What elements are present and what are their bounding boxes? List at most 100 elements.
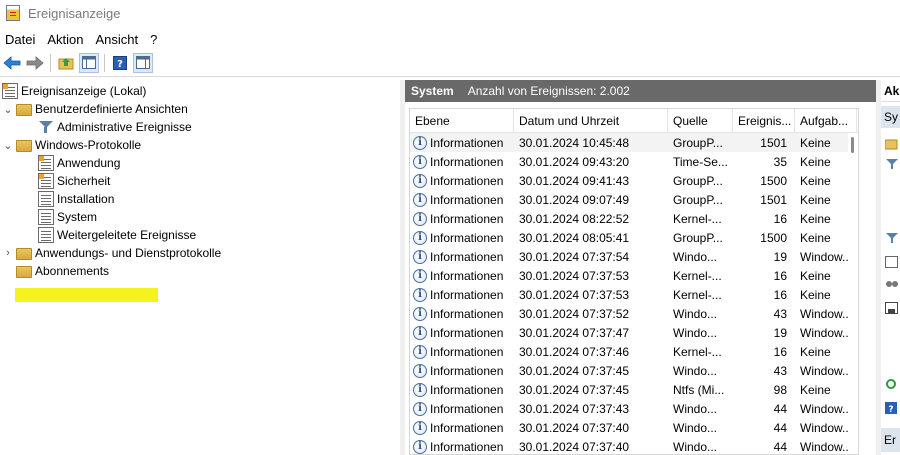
- scrollbar-thumb[interactable]: [851, 137, 854, 153]
- tree-item-label: Windows-Protokolle: [35, 138, 142, 152]
- chevron-down-icon[interactable]: ⌄: [2, 139, 14, 152]
- table-row[interactable]: i Informationen 30.01.2024 07:37:45 Ntfs (M…: [410, 380, 858, 399]
- forward-icon[interactable]: [25, 53, 45, 73]
- table-row[interactable]: i Informationen 30.01.2024 08:22:52 Kernel-…: [410, 209, 858, 228]
- info-icon: i: [413, 135, 427, 150]
- menu-ansicht[interactable]: Ansicht: [90, 32, 145, 47]
- table-row[interactable]: i Informationen 30.01.2024 08:05:41 GroupP.…: [410, 228, 858, 247]
- tree-item-application[interactable]: Anwendung: [38, 154, 120, 172]
- find-icon[interactable]: [885, 278, 899, 290]
- info-icon: i: [413, 249, 427, 264]
- window-title: Ereignisanzeige: [28, 5, 121, 21]
- back-icon[interactable]: [2, 53, 22, 73]
- log-icon: [38, 191, 54, 207]
- column-header-event-id[interactable]: Ereignis...: [733, 109, 795, 133]
- table-row[interactable]: i Informationen 30.01.2024 09:07:49 GroupP.…: [410, 190, 858, 209]
- actions-section-system[interactable]: Sy: [881, 106, 900, 128]
- refresh-icon[interactable]: [885, 378, 899, 390]
- table-row[interactable]: i Informationen 30.01.2024 07:37:53 Kernel-…: [410, 266, 858, 285]
- date-cell: 30.01.2024 07:37:45: [519, 363, 630, 378]
- level-text: Informationen: [430, 154, 504, 169]
- level-text: Informationen: [430, 268, 504, 283]
- tree-item-forwarded-events[interactable]: Weitergeleitete Ereignisse: [38, 226, 196, 244]
- level-cell: i Informationen: [410, 135, 514, 150]
- table-row[interactable]: i Informationen 30.01.2024 07:37:46 Kernel-…: [410, 342, 858, 361]
- actions-pane: Ak Sy ? Er: [881, 80, 900, 455]
- event-count: Anzahl von Ereignissen: 2.002: [467, 84, 630, 98]
- level-cell: i Informationen: [410, 306, 514, 321]
- table-row[interactable]: i Informationen 30.01.2024 07:37:43 Windo..…: [410, 399, 858, 418]
- folder-up-icon[interactable]: [56, 53, 76, 73]
- table-row[interactable]: i Informationen 30.01.2024 09:43:20 Time-Se…: [410, 152, 858, 171]
- tree-item-label: Administrative Ereignisse: [57, 120, 192, 134]
- open-log-icon[interactable]: [884, 138, 899, 150]
- level-cell: i Informationen: [410, 173, 514, 188]
- menu-bar: Datei Aktion Ansicht ?: [0, 30, 900, 48]
- event-viewer-app-icon: [6, 5, 20, 21]
- toolbar-separator: [104, 53, 105, 72]
- info-icon: i: [413, 382, 427, 397]
- table-row[interactable]: i Informationen 30.01.2024 07:37:54 Windo..…: [410, 247, 858, 266]
- filter-icon[interactable]: [885, 232, 899, 244]
- menu-help[interactable]: ?: [144, 32, 163, 47]
- tree-item-root[interactable]: Ereignisanzeige (Lokal): [2, 82, 146, 100]
- log-name: System: [411, 84, 454, 98]
- tree-item-windows-logs[interactable]: ⌄ Windows-Protokolle: [2, 136, 141, 154]
- event-id-cell: 35: [773, 154, 787, 169]
- column-header-date[interactable]: Datum und Uhrzeit: [514, 109, 668, 133]
- level-text: Informationen: [430, 344, 504, 359]
- date-cell: 30.01.2024 07:37:40: [519, 420, 630, 435]
- chevron-down-icon[interactable]: ⌄: [2, 103, 14, 116]
- level-cell: i Informationen: [410, 154, 514, 169]
- vertical-scrollbar[interactable]: [848, 133, 858, 454]
- info-icon: i: [413, 268, 427, 283]
- tree-item-installation[interactable]: Installation: [38, 190, 114, 208]
- level-text: Informationen: [430, 135, 504, 150]
- action-pane-icon[interactable]: [133, 52, 153, 73]
- level-cell: i Informationen: [410, 192, 514, 207]
- info-icon: i: [413, 287, 427, 302]
- tree-item-label: Anwendung: [57, 156, 121, 170]
- help-icon[interactable]: ?: [885, 402, 899, 415]
- tree-item-admin-events[interactable]: Administrative Ereignisse: [38, 118, 192, 136]
- chevron-right-icon[interactable]: ›: [2, 247, 14, 259]
- actions-section-event[interactable]: Er: [881, 428, 900, 452]
- menu-aktion[interactable]: Aktion: [41, 32, 89, 47]
- table-row[interactable]: i Informationen 30.01.2024 10:45:48 GroupP.…: [410, 133, 858, 152]
- level-cell: i Informationen: [410, 420, 514, 435]
- properties-icon[interactable]: [885, 256, 899, 268]
- date-cell: 30.01.2024 09:41:43: [519, 173, 630, 188]
- date-cell: 30.01.2024 08:05:41: [519, 230, 630, 245]
- tree-item-system[interactable]: System: [38, 208, 97, 226]
- event-viewer-icon: [2, 83, 18, 99]
- date-cell: 30.01.2024 07:37:53: [519, 268, 630, 283]
- table-row[interactable]: i Informationen 30.01.2024 09:41:43 GroupP.…: [410, 171, 858, 190]
- tree-item-custom-views[interactable]: ⌄ Benutzerdefinierte Ansichten: [2, 100, 188, 118]
- yellow-highlight-mark: [15, 288, 158, 302]
- filter-icon[interactable]: [885, 158, 899, 170]
- level-text: Informationen: [430, 325, 504, 340]
- folder-icon: [16, 266, 32, 278]
- column-header-source[interactable]: Quelle: [668, 109, 733, 133]
- help-icon[interactable]: ?: [110, 53, 130, 73]
- table-row[interactable]: i Informationen 30.01.2024 07:37:52 Windo..…: [410, 304, 858, 323]
- tree-item-label: Installation: [57, 192, 115, 206]
- level-cell: i Informationen: [410, 439, 514, 454]
- table-row[interactable]: i Informationen 30.01.2024 07:37:47 Windo..…: [410, 323, 858, 342]
- tree-item-security[interactable]: Sicherheit: [38, 172, 110, 190]
- tree-item-subscriptions[interactable]: Abonnements: [16, 262, 109, 280]
- table-row[interactable]: i Informationen 30.01.2024 07:37:45 Windo..…: [410, 361, 858, 380]
- date-cell: 30.01.2024 09:07:49: [519, 192, 630, 207]
- column-header-task[interactable]: Aufgab...: [795, 109, 857, 133]
- save-icon[interactable]: [885, 302, 899, 314]
- console-tree-icon[interactable]: [79, 52, 99, 73]
- log-icon: [38, 155, 54, 171]
- column-header-level[interactable]: Ebene: [410, 109, 514, 133]
- table-row[interactable]: i Informationen 30.01.2024 07:37:40 Windo..…: [410, 418, 858, 437]
- tree-item-app-service-logs[interactable]: › Anwendungs- und Dienstprotokolle: [2, 244, 221, 262]
- table-row[interactable]: i Informationen 30.01.2024 07:37:40 Windo..…: [410, 437, 858, 454]
- info-icon: i: [413, 230, 427, 245]
- event-id-cell: 43: [773, 363, 787, 378]
- menu-datei[interactable]: Datei: [0, 32, 41, 47]
- table-row[interactable]: i Informationen 30.01.2024 07:37:53 Kernel-…: [410, 285, 858, 304]
